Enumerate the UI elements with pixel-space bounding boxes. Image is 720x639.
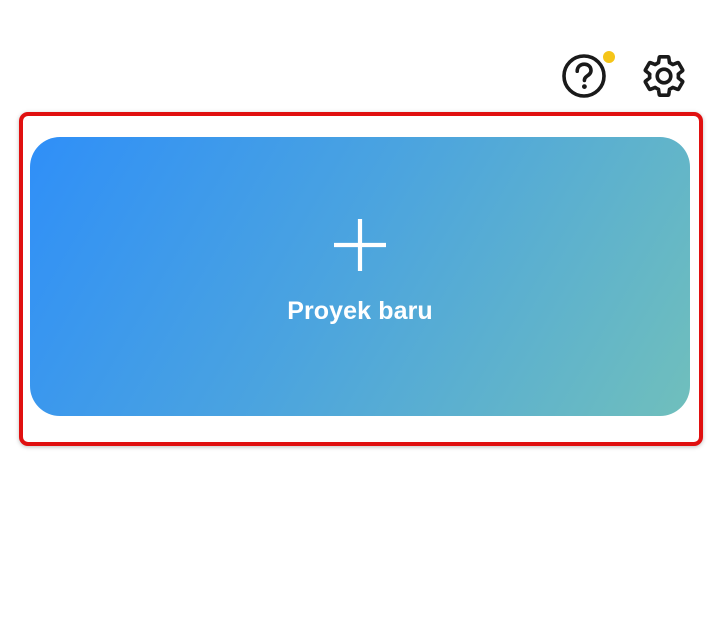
help-circle-icon [562, 54, 606, 98]
top-toolbar [0, 50, 720, 102]
plus-icon [334, 219, 386, 271]
new-project-label: Proyek baru [287, 297, 433, 325]
gear-icon [643, 55, 685, 97]
settings-button[interactable] [638, 50, 690, 102]
new-project-button[interactable]: Proyek baru [30, 137, 690, 416]
notification-dot [603, 51, 615, 63]
